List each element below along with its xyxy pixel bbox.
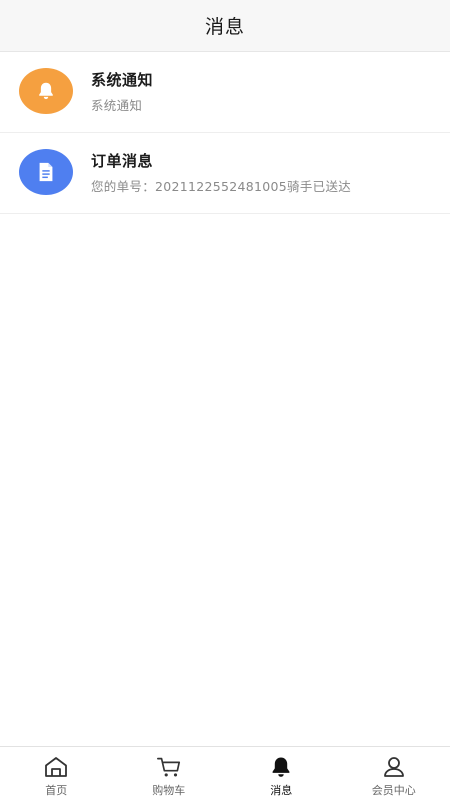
- header: 消息: [0, 0, 450, 52]
- message-subtitle: 您的单号：2021122552481005骑手已送达: [91, 179, 352, 194]
- tab-label: 首页: [45, 784, 68, 797]
- tab-label: 消息: [270, 784, 293, 797]
- app-root: 消息 系统通知 系统通知 订单消息 您的单号：2021122552481005骑…: [0, 0, 450, 800]
- message-text: 系统通知 系统通知: [91, 70, 153, 114]
- order-message-avatar: [19, 149, 73, 195]
- home-icon: [43, 755, 69, 779]
- tab-label: 会员中心: [371, 784, 416, 797]
- tab-label: 购物车: [152, 784, 186, 797]
- message-title: 订单消息: [91, 152, 154, 170]
- bell-icon: [268, 755, 294, 779]
- message-item-system[interactable]: 系统通知 系统通知: [0, 52, 450, 133]
- message-text: 订单消息 您的单号：2021122552481005骑手已送达: [91, 151, 351, 195]
- user-icon: [381, 755, 407, 779]
- message-list: 系统通知 系统通知 订单消息 您的单号：2021122552481005骑手已送…: [0, 52, 450, 214]
- tab-home[interactable]: 首页: [0, 747, 113, 800]
- message-title: 系统通知: [91, 71, 154, 89]
- tab-member-center[interactable]: 会员中心: [338, 747, 450, 800]
- tab-messages[interactable]: 消息: [225, 747, 338, 800]
- document-icon: [39, 162, 53, 182]
- message-item-order[interactable]: 订单消息 您的单号：2021122552481005骑手已送达: [0, 133, 450, 214]
- bottom-tab-bar: 首页 购物车 消息 会员中心: [0, 746, 450, 800]
- page-title: 消息: [204, 16, 245, 38]
- system-notice-avatar: [19, 68, 73, 114]
- tab-cart[interactable]: 购物车: [113, 747, 226, 800]
- bell-icon: [39, 82, 53, 100]
- message-subtitle: 系统通知: [91, 98, 143, 113]
- cart-icon: [156, 755, 182, 779]
